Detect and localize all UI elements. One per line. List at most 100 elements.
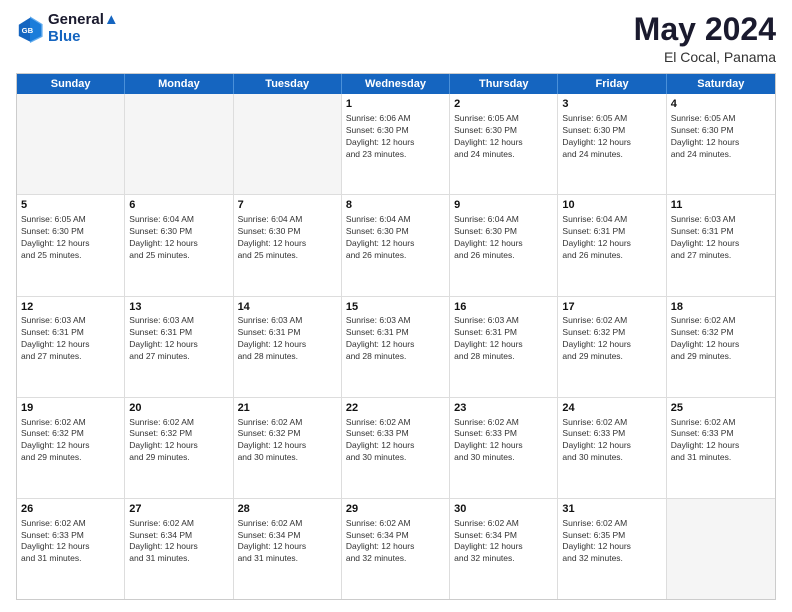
cell-info-line: Daylight: 12 hours: [346, 541, 445, 553]
cell-info-line: and 27 minutes.: [21, 351, 120, 363]
cell-info-line: Sunset: 6:31 PM: [562, 226, 661, 238]
svg-text:GB: GB: [22, 26, 34, 35]
calendar-header-sunday: Sunday: [17, 74, 125, 94]
logo-icon: GB: [16, 15, 44, 43]
calendar-cell: 13Sunrise: 6:03 AMSunset: 6:31 PMDayligh…: [125, 297, 233, 397]
calendar-cell: 11Sunrise: 6:03 AMSunset: 6:31 PMDayligh…: [667, 195, 775, 295]
day-number: 2: [454, 97, 553, 112]
calendar-cell: 3Sunrise: 6:05 AMSunset: 6:30 PMDaylight…: [558, 94, 666, 194]
day-number: 23: [454, 401, 553, 416]
calendar-cell: 20Sunrise: 6:02 AMSunset: 6:32 PMDayligh…: [125, 398, 233, 498]
cell-info-line: and 27 minutes.: [129, 351, 228, 363]
cell-info-line: Sunrise: 6:02 AM: [562, 518, 661, 530]
cell-info-line: and 29 minutes.: [562, 351, 661, 363]
cell-info-line: Sunset: 6:32 PM: [238, 428, 337, 440]
cell-info-line: and 28 minutes.: [238, 351, 337, 363]
cell-info-line: Sunset: 6:30 PM: [346, 125, 445, 137]
cell-info-line: and 24 minutes.: [454, 149, 553, 161]
cell-info-line: Sunset: 6:30 PM: [238, 226, 337, 238]
calendar-cell: 18Sunrise: 6:02 AMSunset: 6:32 PMDayligh…: [667, 297, 775, 397]
cell-info-line: Sunset: 6:33 PM: [21, 530, 120, 542]
calendar-header-saturday: Saturday: [667, 74, 775, 94]
cell-info-line: Sunrise: 6:04 AM: [562, 214, 661, 226]
day-number: 25: [671, 401, 771, 416]
cell-info-line: and 25 minutes.: [129, 250, 228, 262]
cell-info-line: Sunset: 6:32 PM: [562, 327, 661, 339]
cell-info-line: Sunrise: 6:04 AM: [238, 214, 337, 226]
calendar-header-friday: Friday: [558, 74, 666, 94]
cell-info-line: and 31 minutes.: [21, 553, 120, 565]
day-number: 10: [562, 198, 661, 213]
calendar-week-3: 12Sunrise: 6:03 AMSunset: 6:31 PMDayligh…: [17, 297, 775, 398]
calendar-cell: 28Sunrise: 6:02 AMSunset: 6:34 PMDayligh…: [234, 499, 342, 599]
cell-info-line: Daylight: 12 hours: [454, 440, 553, 452]
cell-info-line: Daylight: 12 hours: [238, 541, 337, 553]
cell-info-line: Daylight: 12 hours: [562, 541, 661, 553]
cell-info-line: Sunset: 6:35 PM: [562, 530, 661, 542]
calendar-cell: [17, 94, 125, 194]
day-number: 6: [129, 198, 228, 213]
day-number: 8: [346, 198, 445, 213]
cell-info-line: and 30 minutes.: [454, 452, 553, 464]
cell-info-line: Sunset: 6:34 PM: [346, 530, 445, 542]
cell-info-line: Sunrise: 6:02 AM: [238, 518, 337, 530]
cell-info-line: Daylight: 12 hours: [21, 238, 120, 250]
day-number: 31: [562, 502, 661, 517]
calendar-week-4: 19Sunrise: 6:02 AMSunset: 6:32 PMDayligh…: [17, 398, 775, 499]
cell-info-line: Sunset: 6:30 PM: [129, 226, 228, 238]
cell-info-line: Daylight: 12 hours: [238, 238, 337, 250]
cell-info-line: Daylight: 12 hours: [562, 137, 661, 149]
cell-info-line: Sunset: 6:34 PM: [238, 530, 337, 542]
title-block: May 2024 El Cocal, Panama: [634, 12, 776, 65]
cell-info-line: and 32 minutes.: [346, 553, 445, 565]
cell-info-line: Daylight: 12 hours: [454, 339, 553, 351]
calendar-cell: 15Sunrise: 6:03 AMSunset: 6:31 PMDayligh…: [342, 297, 450, 397]
logo: GB General▲ Blue: [16, 12, 119, 45]
cell-info-line: and 30 minutes.: [346, 452, 445, 464]
cell-info-line: Sunrise: 6:02 AM: [671, 417, 771, 429]
cell-info-line: and 25 minutes.: [238, 250, 337, 262]
cell-info-line: Sunrise: 6:03 AM: [671, 214, 771, 226]
calendar-week-2: 5Sunrise: 6:05 AMSunset: 6:30 PMDaylight…: [17, 195, 775, 296]
cell-info-line: Daylight: 12 hours: [562, 238, 661, 250]
cell-info-line: Sunset: 6:31 PM: [346, 327, 445, 339]
calendar-cell: 25Sunrise: 6:02 AMSunset: 6:33 PMDayligh…: [667, 398, 775, 498]
cell-info-line: Daylight: 12 hours: [671, 440, 771, 452]
header: GB General▲ Blue May 2024 El Cocal, Pana…: [16, 12, 776, 65]
cell-info-line: Daylight: 12 hours: [346, 339, 445, 351]
cell-info-line: Sunrise: 6:06 AM: [346, 113, 445, 125]
cell-info-line: Sunset: 6:30 PM: [671, 125, 771, 137]
cell-info-line: Daylight: 12 hours: [562, 440, 661, 452]
cell-info-line: Sunrise: 6:04 AM: [129, 214, 228, 226]
calendar-header-wednesday: Wednesday: [342, 74, 450, 94]
cell-info-line: Daylight: 12 hours: [129, 238, 228, 250]
calendar-cell: [125, 94, 233, 194]
cell-info-line: and 24 minutes.: [562, 149, 661, 161]
day-number: 12: [21, 300, 120, 315]
cell-info-line: Daylight: 12 hours: [454, 541, 553, 553]
cell-info-line: Sunset: 6:31 PM: [454, 327, 553, 339]
day-number: 5: [21, 198, 120, 213]
day-number: 17: [562, 300, 661, 315]
calendar-cell: 7Sunrise: 6:04 AMSunset: 6:30 PMDaylight…: [234, 195, 342, 295]
day-number: 13: [129, 300, 228, 315]
cell-info-line: Sunset: 6:32 PM: [671, 327, 771, 339]
day-number: 27: [129, 502, 228, 517]
cell-info-line: and 27 minutes.: [671, 250, 771, 262]
cell-info-line: Sunrise: 6:03 AM: [454, 315, 553, 327]
cell-info-line: Sunrise: 6:02 AM: [129, 417, 228, 429]
day-number: 19: [21, 401, 120, 416]
day-number: 22: [346, 401, 445, 416]
cell-info-line: Daylight: 12 hours: [129, 339, 228, 351]
cell-info-line: Sunrise: 6:02 AM: [21, 417, 120, 429]
cell-info-line: and 24 minutes.: [671, 149, 771, 161]
cell-info-line: Sunrise: 6:05 AM: [454, 113, 553, 125]
cell-info-line: Daylight: 12 hours: [21, 541, 120, 553]
calendar-header-monday: Monday: [125, 74, 233, 94]
cell-info-line: and 29 minutes.: [129, 452, 228, 464]
cell-info-line: Sunset: 6:30 PM: [562, 125, 661, 137]
calendar-cell: [234, 94, 342, 194]
cell-info-line: Sunset: 6:30 PM: [454, 226, 553, 238]
cell-info-line: Sunset: 6:33 PM: [671, 428, 771, 440]
cell-info-line: and 26 minutes.: [562, 250, 661, 262]
